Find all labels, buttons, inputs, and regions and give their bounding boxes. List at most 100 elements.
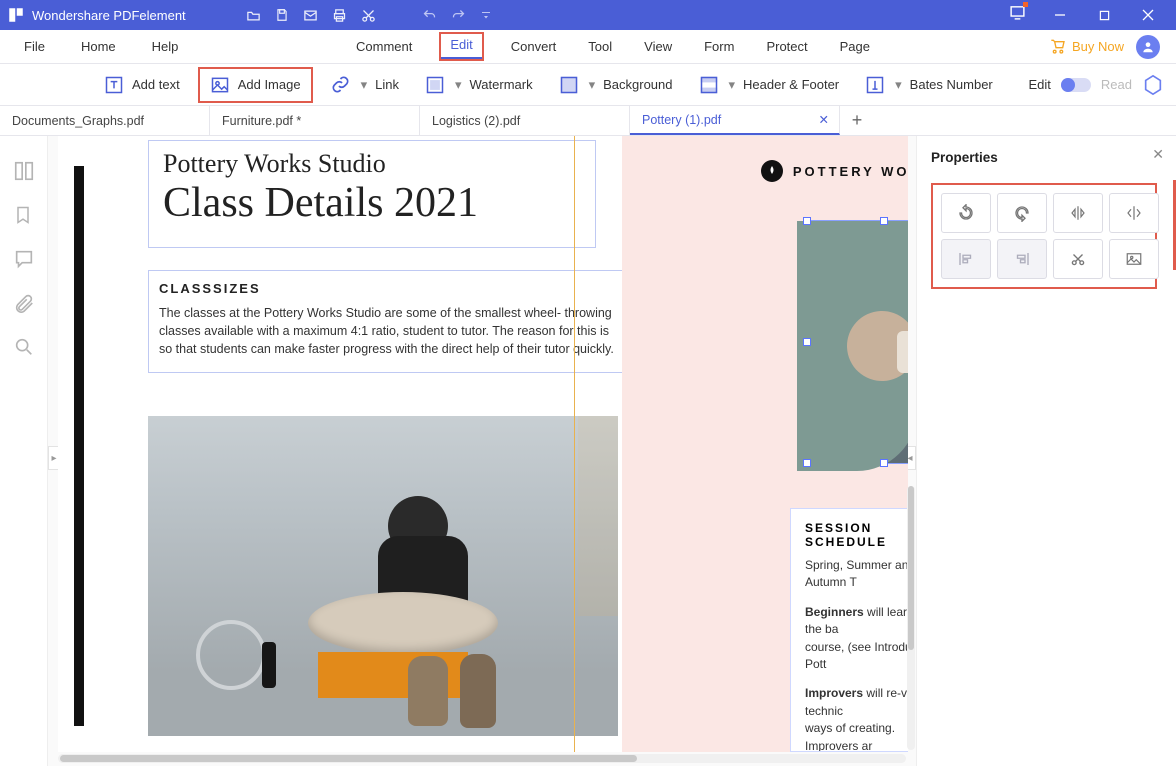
properties-close-icon[interactable]: ✕ bbox=[1152, 146, 1164, 163]
tab-close-icon[interactable]: ✕ bbox=[819, 112, 829, 127]
qat-dropdown-icon[interactable] bbox=[480, 9, 492, 21]
page-black-strip bbox=[74, 166, 84, 726]
flip-vertical-button[interactable] bbox=[1053, 193, 1103, 233]
page-left: Pottery Works Studio Class Details 2021 … bbox=[74, 136, 614, 752]
session-improvers: Improvers will re-visit technicways of c… bbox=[805, 685, 908, 752]
minimize-button[interactable] bbox=[1038, 0, 1082, 30]
menu-protect[interactable]: Protect bbox=[762, 33, 811, 60]
screen-share-icon[interactable] bbox=[1009, 4, 1026, 26]
tool-bates[interactable]: ▾ Bates Number bbox=[857, 71, 1001, 99]
titlebar: Wondershare PDFelement bbox=[0, 0, 1176, 30]
menu-page[interactable]: Page bbox=[836, 33, 874, 60]
rotate-left-button[interactable] bbox=[941, 193, 991, 233]
flip-horizontal-button[interactable] bbox=[1109, 193, 1159, 233]
left-rail bbox=[0, 136, 48, 766]
menu-file[interactable]: File bbox=[20, 33, 49, 60]
tool-add-text-label: Add text bbox=[132, 77, 180, 92]
pottery-photo[interactable] bbox=[148, 416, 618, 736]
tool-background-label: Background bbox=[603, 77, 672, 92]
settings-hex-icon[interactable] bbox=[1142, 74, 1164, 96]
menu-form[interactable]: Form bbox=[700, 33, 738, 60]
attachments-icon[interactable] bbox=[13, 292, 35, 314]
print-icon[interactable] bbox=[332, 8, 347, 23]
alignment-guide bbox=[574, 136, 575, 752]
chevron-down-icon: ▾ bbox=[361, 77, 368, 93]
crop-button[interactable] bbox=[1053, 239, 1103, 279]
watermark-icon bbox=[425, 75, 445, 95]
thumbnails-icon[interactable] bbox=[13, 160, 35, 182]
tool-watermark-label: Watermark bbox=[470, 77, 533, 92]
tool-bates-label: Bates Number bbox=[910, 77, 993, 92]
tab-documents-graphs[interactable]: Documents_Graphs.pdf bbox=[0, 106, 210, 135]
resize-handle[interactable] bbox=[880, 459, 888, 467]
tab-label: Documents_Graphs.pdf bbox=[12, 114, 144, 128]
tab-pottery[interactable]: Pottery (1).pdf ✕ bbox=[630, 106, 840, 135]
search-icon[interactable] bbox=[13, 336, 35, 358]
session-title: SESSION SCHEDULE bbox=[805, 521, 908, 549]
class-sizes-body: The classes at the Pottery Works Studio … bbox=[159, 304, 615, 358]
selected-image[interactable] bbox=[806, 220, 908, 464]
tab-label: Furniture.pdf * bbox=[222, 114, 301, 128]
bates-icon bbox=[865, 75, 885, 95]
vertical-scrollbar[interactable] bbox=[907, 486, 915, 750]
tool-add-text[interactable]: Add text bbox=[96, 71, 188, 99]
menu-tool[interactable]: Tool bbox=[584, 33, 616, 60]
tab-label: Pottery (1).pdf bbox=[642, 113, 721, 127]
tab-furniture[interactable]: Furniture.pdf * bbox=[210, 106, 420, 135]
session-intro: Spring, Summer and Autumn T bbox=[805, 557, 908, 592]
image-tools-group bbox=[931, 183, 1157, 289]
edit-toolbar: Add text Add Image ▾ Link ▾ Watermark ▾ … bbox=[0, 64, 1176, 106]
menubar: File Home Help Comment Edit Convert Tool… bbox=[0, 30, 1176, 64]
menu-view[interactable]: View bbox=[640, 33, 676, 60]
menu-edit[interactable]: Edit bbox=[440, 33, 482, 60]
resize-handle[interactable] bbox=[803, 217, 811, 225]
comments-icon[interactable] bbox=[13, 248, 35, 270]
buy-now[interactable]: Buy Now bbox=[1050, 39, 1124, 55]
replace-image-button[interactable] bbox=[1109, 239, 1159, 279]
bookmark-icon[interactable] bbox=[13, 204, 35, 226]
open-icon[interactable] bbox=[246, 8, 261, 23]
resize-handle[interactable] bbox=[803, 459, 811, 467]
chevron-down-icon: ▾ bbox=[895, 77, 902, 93]
tab-logistics[interactable]: Logistics (2).pdf bbox=[420, 106, 630, 135]
horizontal-scrollbar[interactable] bbox=[58, 754, 906, 763]
menu-comment[interactable]: Comment bbox=[352, 33, 416, 60]
edit-read-toggle[interactable] bbox=[1061, 78, 1091, 92]
cut-icon[interactable] bbox=[361, 8, 376, 23]
rotate-right-button[interactable] bbox=[997, 193, 1047, 233]
image-icon bbox=[210, 75, 230, 95]
class-sizes-box[interactable]: CLASSSIZES The classes at the Pottery Wo… bbox=[148, 270, 626, 373]
app-logo bbox=[6, 5, 26, 25]
close-button[interactable] bbox=[1126, 0, 1170, 30]
menu-convert[interactable]: Convert bbox=[507, 33, 561, 60]
title-text-box[interactable]: Pottery Works Studio Class Details 2021 bbox=[148, 140, 596, 248]
save-icon[interactable] bbox=[275, 8, 289, 22]
mode-read-label: Read bbox=[1101, 77, 1132, 92]
session-beginners: Beginners will learn all the bacourse, (… bbox=[805, 604, 908, 674]
document-canvas[interactable]: ▸ ◂ Pottery Works Studio Class Details 2… bbox=[48, 136, 916, 766]
tool-header-footer[interactable]: ▾ Header & Footer bbox=[691, 71, 848, 99]
tool-header-footer-label: Header & Footer bbox=[743, 77, 839, 92]
class-sizes-title: CLASSSIZES bbox=[159, 279, 615, 304]
brand-logo-icon bbox=[761, 160, 783, 182]
align-left-button[interactable] bbox=[941, 239, 991, 279]
align-right-button[interactable] bbox=[997, 239, 1047, 279]
tool-watermark[interactable]: ▾ Watermark bbox=[417, 71, 541, 99]
maximize-button[interactable] bbox=[1082, 0, 1126, 30]
mail-icon[interactable] bbox=[303, 8, 318, 23]
tool-add-image[interactable]: Add Image bbox=[198, 67, 313, 103]
properties-title: Properties bbox=[931, 150, 1162, 165]
brand-header: POTTERY WORKS bbox=[761, 160, 908, 182]
session-schedule-box[interactable]: SESSION SCHEDULE Spring, Summer and Autu… bbox=[790, 508, 908, 752]
tool-background[interactable]: ▾ Background bbox=[551, 71, 681, 99]
tool-link[interactable]: ▾ Link bbox=[323, 71, 407, 99]
menu-home[interactable]: Home bbox=[77, 33, 120, 60]
menu-help[interactable]: Help bbox=[148, 33, 183, 60]
chevron-down-icon: ▾ bbox=[729, 77, 736, 93]
tab-add-button[interactable]: + bbox=[840, 106, 874, 135]
user-avatar[interactable] bbox=[1136, 35, 1160, 59]
resize-handle[interactable] bbox=[880, 217, 888, 225]
redo-icon[interactable] bbox=[451, 8, 466, 23]
resize-handle[interactable] bbox=[803, 338, 811, 346]
undo-icon[interactable] bbox=[422, 8, 437, 23]
